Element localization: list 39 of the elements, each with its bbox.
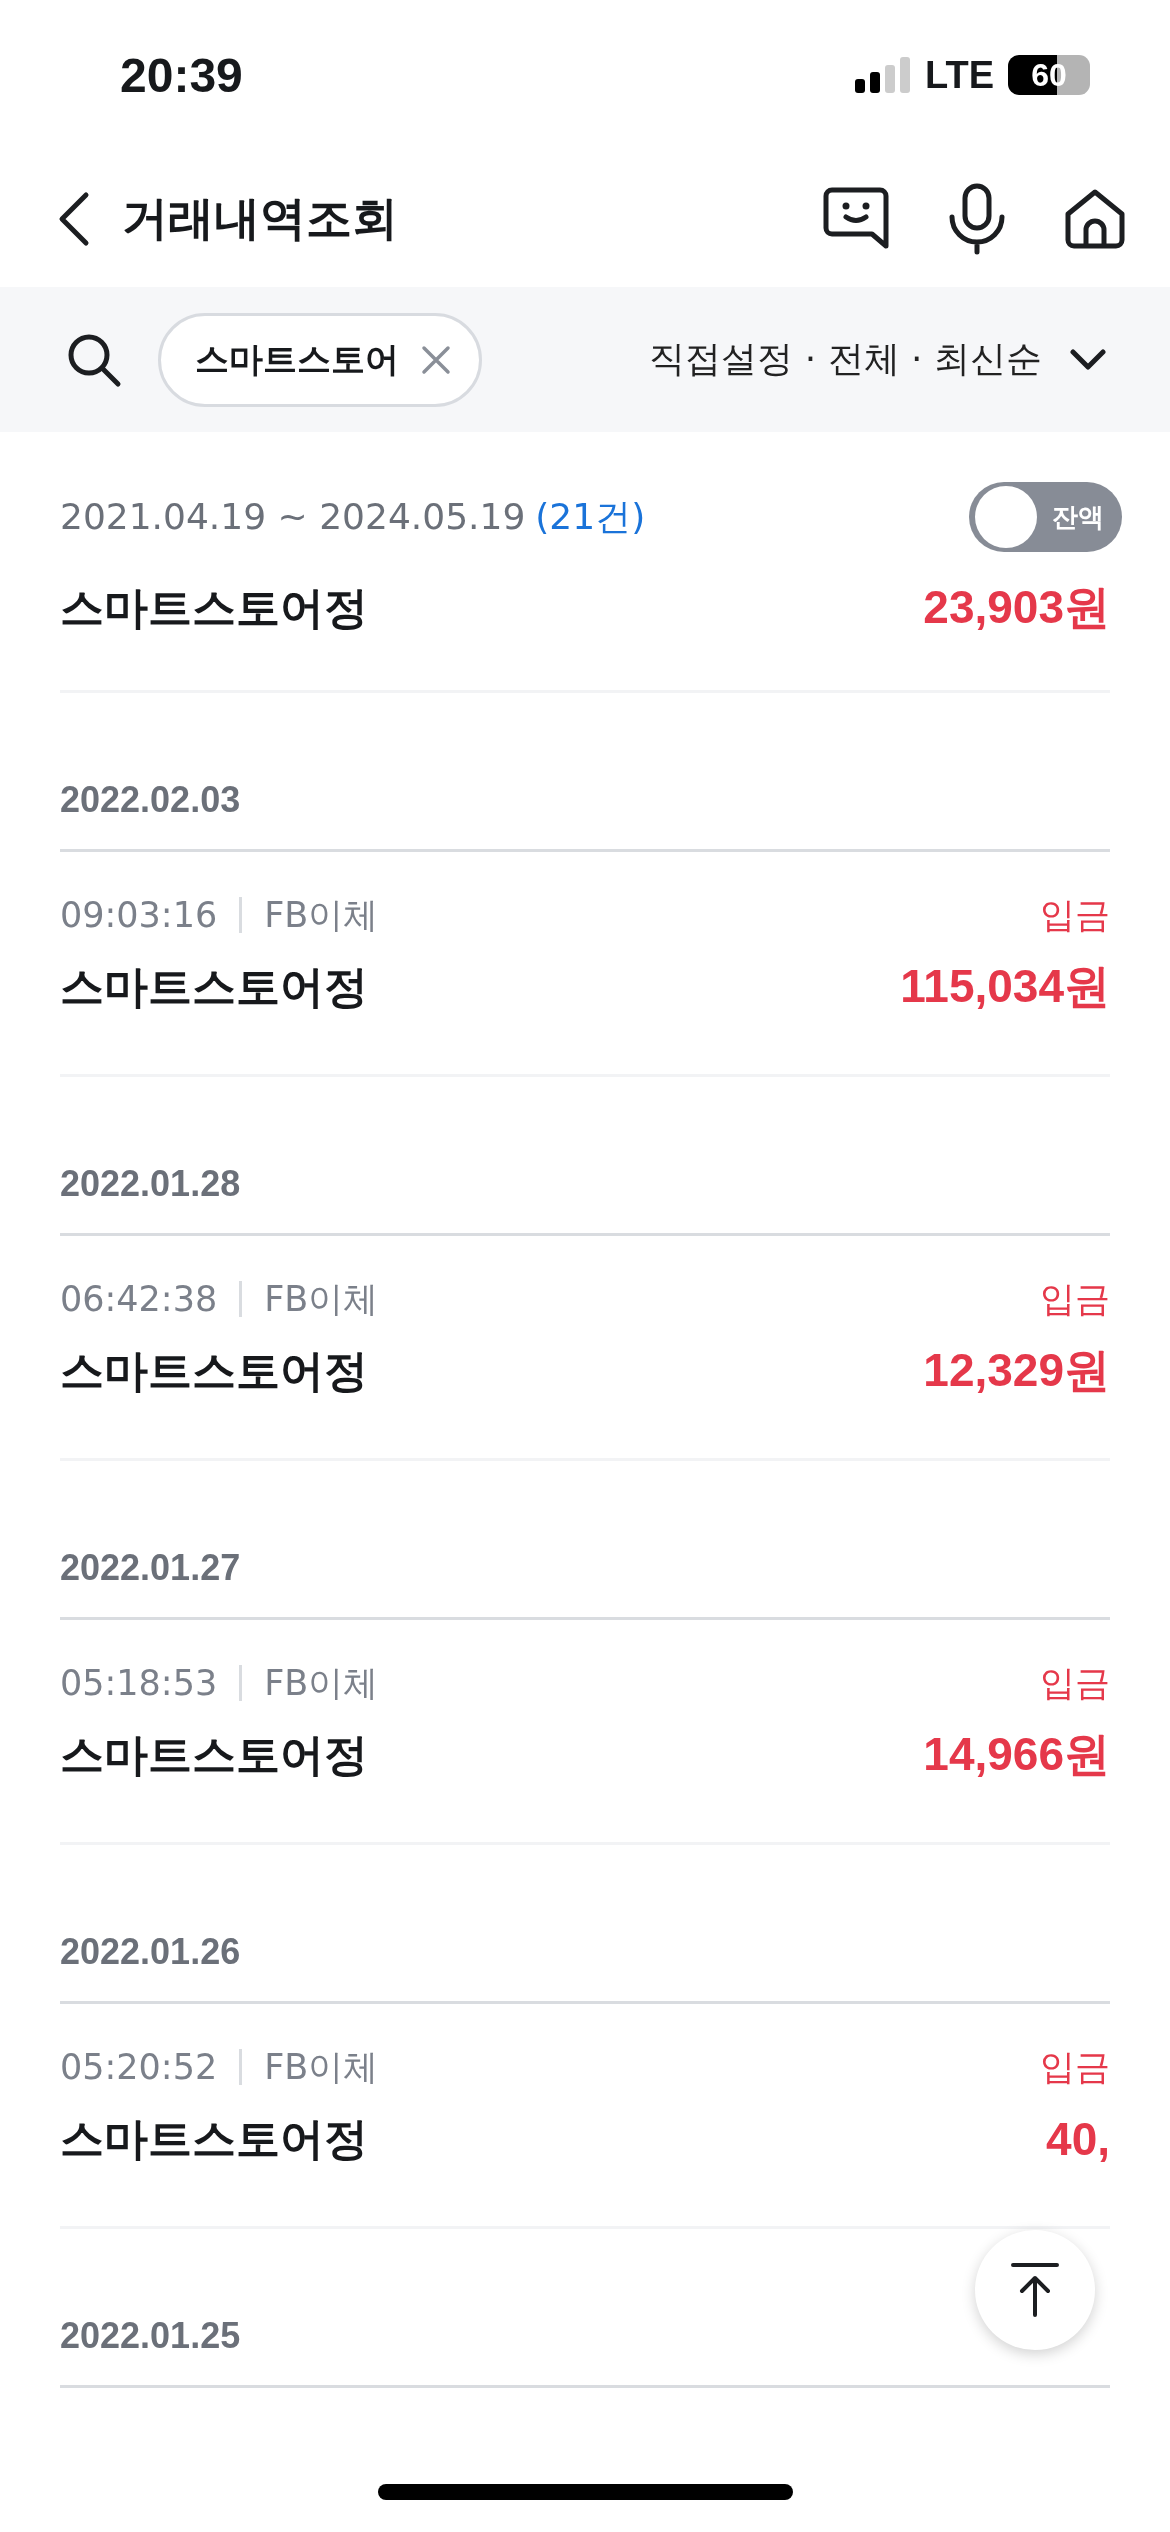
close-icon[interactable] xyxy=(421,344,451,375)
transaction-method: FB이체 xyxy=(264,893,379,937)
transaction-name: 스마트스토어정 xyxy=(60,1727,368,1782)
signal-icon xyxy=(855,57,912,93)
transaction-name: 스마트스토어정 xyxy=(60,2111,368,2166)
transaction-amount: 14,966원 xyxy=(923,1727,1110,1782)
transaction-time: 06:42:38 xyxy=(60,1279,218,1319)
transaction-type: 입금 xyxy=(1040,2045,1110,2089)
transaction-amount: 12,329원 xyxy=(923,1343,1110,1398)
page-title: 거래내역조회 xyxy=(122,189,399,247)
transaction-method: FB이체 xyxy=(264,1277,379,1321)
transaction-time: 09:03:16 xyxy=(60,895,218,935)
transaction-method: FB이체 xyxy=(264,1661,379,1705)
transaction-name: 스마트스토어정 xyxy=(60,1343,368,1398)
scroll-to-top-button[interactable] xyxy=(975,2230,1095,2350)
account-name: 스마트스토어정 xyxy=(60,580,368,635)
filter-dropdown[interactable]: 직접설정 · 전체 · 최신순 xyxy=(649,335,1106,384)
transaction-time: 05:20:52 xyxy=(60,2047,218,2087)
transaction-method: FB이체 xyxy=(264,2045,379,2089)
transaction-type: 입금 xyxy=(1040,1661,1110,1705)
date-header: 2022.01.27 xyxy=(60,1461,1110,1620)
transaction-time: 05:18:53 xyxy=(60,1663,218,1703)
date-header: 2022.01.28 xyxy=(60,1077,1110,1236)
transaction-amount: 115,034원 xyxy=(900,959,1110,1014)
search-chip[interactable]: 스마트스토어 xyxy=(158,312,482,407)
arrow-up-icon xyxy=(1010,2262,1060,2318)
chevron-down-icon xyxy=(1070,348,1106,371)
date-header: 2022.01.26 xyxy=(60,1845,1110,2004)
status-time: 20:39 xyxy=(120,47,243,103)
transaction-type: 입금 xyxy=(1040,1277,1110,1321)
network-label: LTE xyxy=(925,53,994,97)
total-amount: 23,903원 xyxy=(923,580,1110,635)
transaction-type: 입금 xyxy=(1040,893,1110,937)
period-text: 2021.04.19 ~ 2024.05.19 xyxy=(60,495,526,537)
transaction-name: 스마트스토어정 xyxy=(60,959,368,1014)
transaction-amount: 40, xyxy=(1046,2112,1110,2166)
date-header: 2022.02.03 xyxy=(60,693,1110,852)
result-count: (21건) xyxy=(535,495,646,537)
home-icon[interactable] xyxy=(1064,187,1126,250)
